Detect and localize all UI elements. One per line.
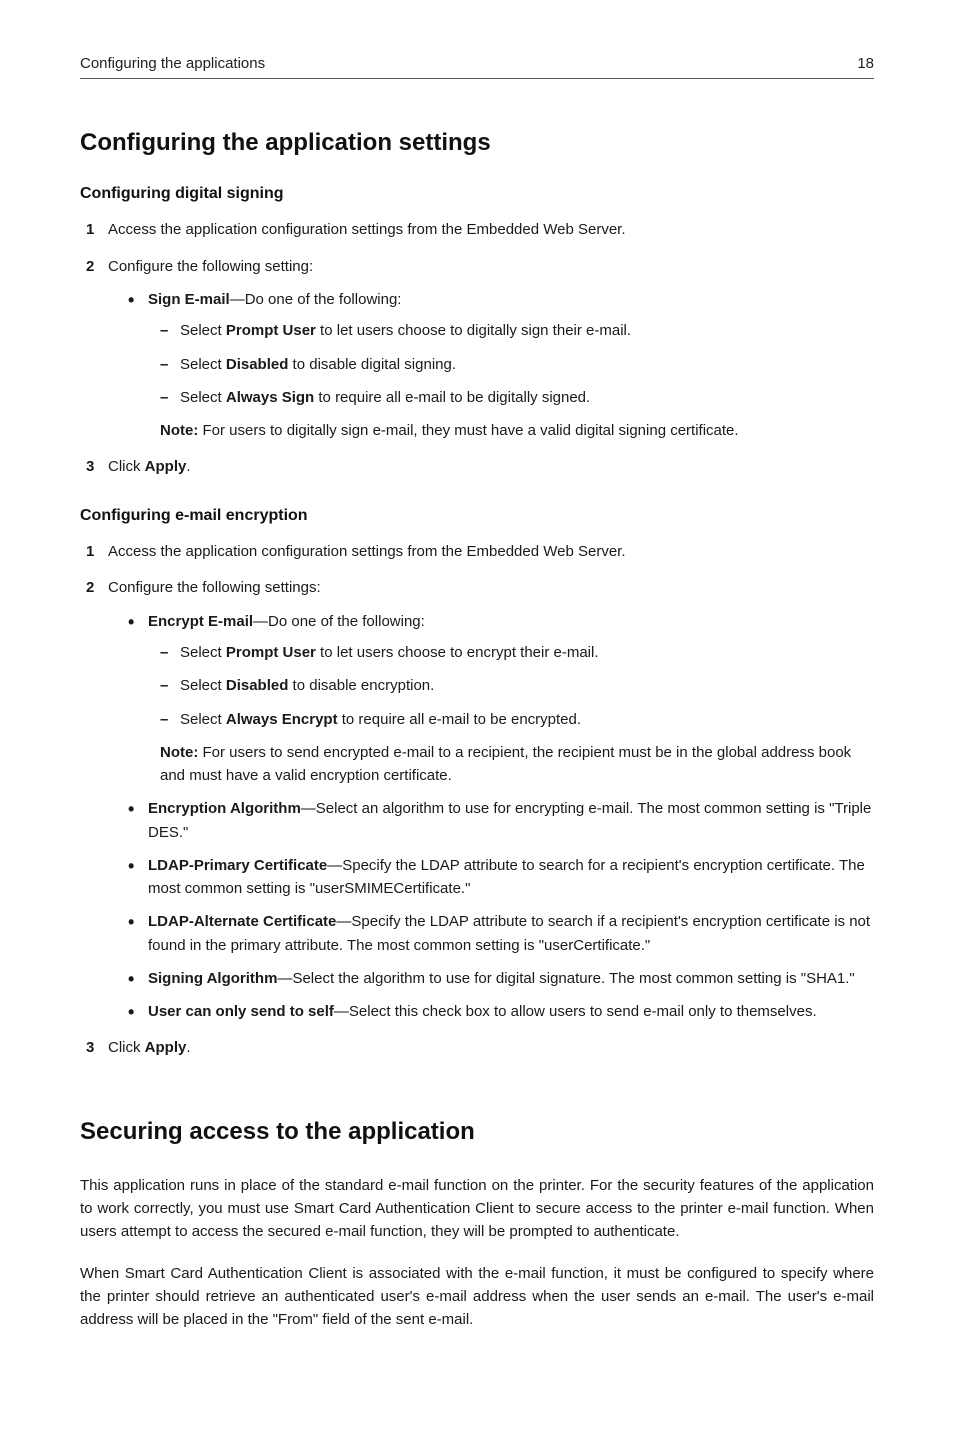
dash-item: Select Disabled to disable encryption. xyxy=(160,674,874,697)
steps-email-encryption: Access the application configuration set… xyxy=(80,541,874,1060)
step-item: Access the application configuration set… xyxy=(80,541,874,564)
body-paragraph: When Smart Card Authentication Client is… xyxy=(80,1262,874,1332)
dash-pre: Select xyxy=(180,677,226,694)
dash-term: Disabled xyxy=(226,356,289,373)
dash-term: Disabled xyxy=(226,677,289,694)
step-item: Configure the following settings: Encryp… xyxy=(80,577,874,1023)
bullet-item: Signing Algorithm—Select the algorithm t… xyxy=(128,967,874,990)
step-term: Apply xyxy=(145,1039,187,1056)
page-number: 18 xyxy=(857,55,874,72)
dash-item: Select Prompt User to let users choose t… xyxy=(160,319,874,342)
step-post: . xyxy=(186,1039,190,1056)
step-text: Access the application configuration set… xyxy=(108,221,626,238)
dash-pre: Select xyxy=(180,711,226,728)
document-page: Configuring the applications 18 Configur… xyxy=(0,0,954,1429)
subsection-email-encryption: Configuring e‑mail encryption xyxy=(80,507,874,525)
dash-term: Always Sign xyxy=(226,389,314,406)
bullet-term: Encrypt E‑mail xyxy=(148,613,253,630)
step-pre: Click xyxy=(108,458,145,475)
section-heading-app-settings: Configuring the application settings xyxy=(80,129,874,157)
body-paragraph: This application runs in place of the st… xyxy=(80,1174,874,1244)
bullet-item: Encryption Algorithm—Select an algorithm… xyxy=(128,797,874,844)
dash-term: Always Encrypt xyxy=(226,711,338,728)
step-text: Access the application configuration set… xyxy=(108,543,626,560)
dash-post: to require all e‑mail to be encrypted. xyxy=(338,711,581,728)
dash-item: Select Disabled to disable digital signi… xyxy=(160,353,874,376)
dash-list: Select Prompt User to let users choose t… xyxy=(160,641,874,731)
dash-item: Select Always Sign to require all e‑mail… xyxy=(160,386,874,409)
bullet-term: LDAP‑Primary Certificate xyxy=(148,857,327,874)
bullet-term: LDAP‑Alternate Certificate xyxy=(148,913,336,930)
running-header: Configuring the applications 18 xyxy=(80,55,874,79)
dash-pre: Select xyxy=(180,356,226,373)
step-item: Configure the following setting: Sign E‑… xyxy=(80,256,874,443)
dash-post: to let users choose to digitally sign th… xyxy=(316,322,631,339)
bullet-list: Sign E‑mail—Do one of the following: Sel… xyxy=(128,288,874,442)
subsection-digital-signing: Configuring digital signing xyxy=(80,185,874,203)
bullet-term: Signing Algorithm xyxy=(148,970,277,987)
bullet-term: Sign E‑mail xyxy=(148,291,230,308)
dash-item: Select Prompt User to let users choose t… xyxy=(160,641,874,664)
bullet-item: Encrypt E‑mail—Do one of the following: … xyxy=(128,610,874,788)
dash-post: to let users choose to encrypt their e‑m… xyxy=(316,644,599,661)
step-item: Click Apply. xyxy=(80,1037,874,1060)
bullet-rest: —Select this check box to allow users to… xyxy=(334,1003,817,1020)
bullet-list: Encrypt E‑mail—Do one of the following: … xyxy=(128,610,874,1024)
note-label: Note: xyxy=(160,422,198,439)
note-label: Note: xyxy=(160,744,198,761)
dash-post: to require all e‑mail to be digitally si… xyxy=(314,389,590,406)
bullet-rest: —Select the algorithm to use for digital… xyxy=(277,970,854,987)
bullet-item: Sign E‑mail—Do one of the following: Sel… xyxy=(128,288,874,442)
dash-term: Prompt User xyxy=(226,322,316,339)
step-text: Configure the following setting: xyxy=(108,258,313,275)
dash-pre: Select xyxy=(180,644,226,661)
dash-pre: Select xyxy=(180,389,226,406)
bullet-rest: —Do one of the following: xyxy=(253,613,425,630)
step-text: Configure the following settings: xyxy=(108,579,321,596)
dash-pre: Select xyxy=(180,322,226,339)
note-text: For users to send encrypted e‑mail to a … xyxy=(160,744,851,784)
step-item: Access the application configuration set… xyxy=(80,219,874,242)
step-post: . xyxy=(186,458,190,475)
note: Note: For users to digitally sign e‑mail… xyxy=(160,419,874,442)
bullet-term: Encryption Algorithm xyxy=(148,800,301,817)
dash-term: Prompt User xyxy=(226,644,316,661)
note-text: For users to digitally sign e‑mail, they… xyxy=(198,422,738,439)
dash-item: Select Always Encrypt to require all e‑m… xyxy=(160,708,874,731)
dash-post: to disable digital signing. xyxy=(288,356,456,373)
section-heading-securing-access: Securing access to the application xyxy=(80,1118,874,1146)
dash-list: Select Prompt User to let users choose t… xyxy=(160,319,874,409)
step-term: Apply xyxy=(145,458,187,475)
note: Note: For users to send encrypted e‑mail… xyxy=(160,741,874,788)
bullet-term: User can only send to self xyxy=(148,1003,334,1020)
dash-post: to disable encryption. xyxy=(288,677,434,694)
steps-digital-signing: Access the application configuration set… xyxy=(80,219,874,479)
step-item: Click Apply. xyxy=(80,456,874,479)
bullet-item: LDAP‑Alternate Certificate—Specify the L… xyxy=(128,910,874,957)
bullet-item: User can only send to self—Select this c… xyxy=(128,1000,874,1023)
bullet-item: LDAP‑Primary Certificate—Specify the LDA… xyxy=(128,854,874,901)
bullet-rest: —Do one of the following: xyxy=(230,291,402,308)
header-left: Configuring the applications xyxy=(80,55,265,72)
step-pre: Click xyxy=(108,1039,145,1056)
